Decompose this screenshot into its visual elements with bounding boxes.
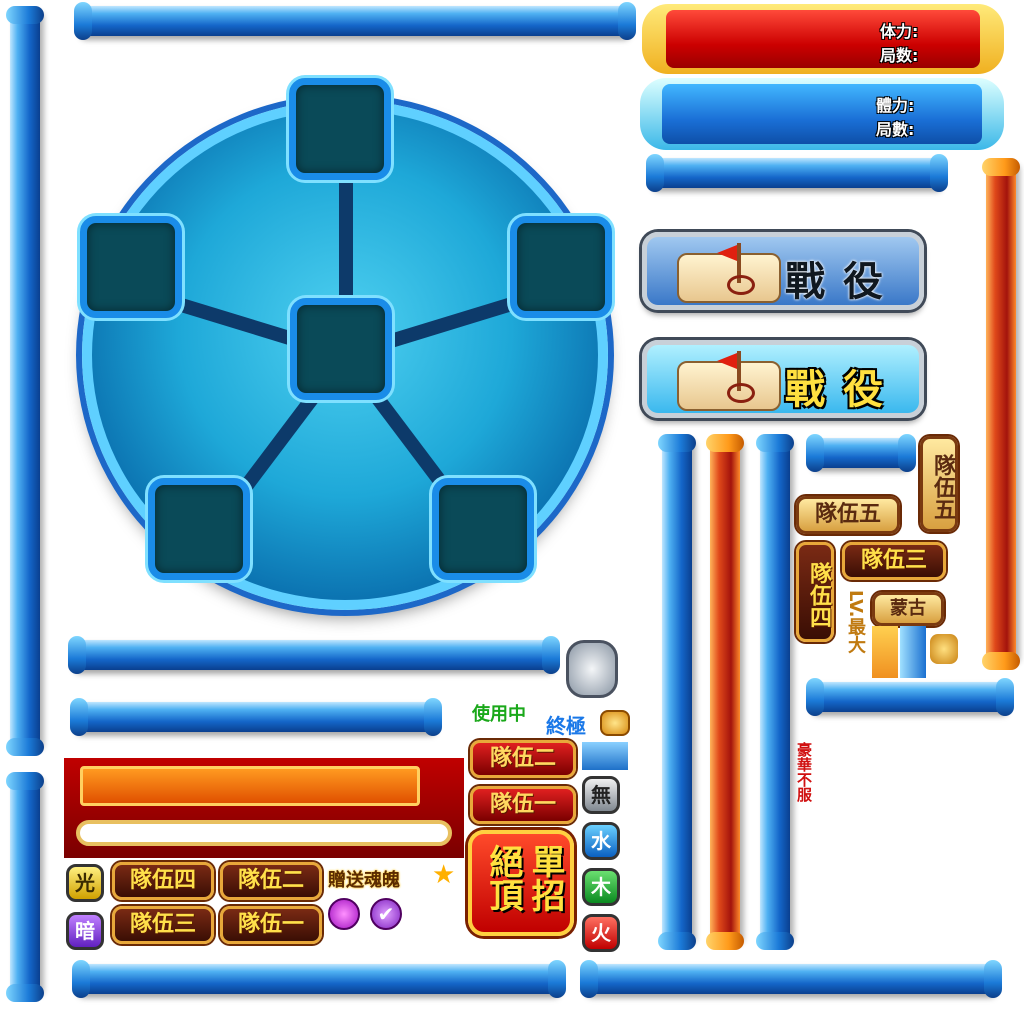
team5-vertical-tag[interactable]: 隊伍五 xyxy=(920,436,958,532)
team4-tag[interactable]: 隊伍四 xyxy=(112,862,214,900)
formation-slot-bottom-left[interactable] xyxy=(148,478,250,580)
scroll-bar-red-right xyxy=(982,158,1020,670)
element-water-badge: 水 xyxy=(582,822,620,860)
element-fire-badge: 火 xyxy=(582,914,620,952)
crown-icon xyxy=(600,710,630,736)
team5-tag[interactable]: 隊伍五 xyxy=(796,496,900,534)
scroll-bar-right-top xyxy=(646,154,948,192)
stamina-label: 体力: xyxy=(880,22,919,41)
scroll-bar-bottom-2 xyxy=(580,960,1002,998)
ultimate-label: 終極 xyxy=(546,714,586,738)
battle-button-label: 戰役 xyxy=(785,258,901,305)
rounds-label: 局數: xyxy=(876,120,915,139)
battle-button-highlight[interactable]: 戰役 xyxy=(642,340,924,418)
scroll-bar-bottom-1 xyxy=(72,960,566,998)
vertical-red-text: 豪華不服 xyxy=(795,742,813,802)
lock-icon xyxy=(930,634,958,664)
scroll-bar-mid-2 xyxy=(70,698,442,736)
formation-slot-bottom-right[interactable] xyxy=(432,478,534,580)
scroll-bar-mid-1 xyxy=(68,636,560,674)
stamina-panel-red: 体力: 局数: xyxy=(642,4,1004,74)
formation-slot-right[interactable] xyxy=(510,216,612,318)
stamina-panel-blue: 體力: 局數: xyxy=(640,78,1004,150)
battle-button[interactable]: 戰役 xyxy=(642,232,924,310)
team2-tag[interactable]: 隊伍二 xyxy=(470,740,576,778)
element-wood-badge: 木 xyxy=(582,868,620,906)
ornate-banner xyxy=(64,758,464,858)
element-none-badge: 無 xyxy=(582,776,620,814)
team3-tag[interactable]: 隊伍三 xyxy=(842,542,946,580)
gauge-swatch-blue xyxy=(900,626,926,678)
team3-tag-bottom[interactable]: 隊伍三 xyxy=(112,906,214,944)
gift-soul-label: 贈送魂魄 xyxy=(328,870,400,891)
element-dark-badge: 暗 xyxy=(66,912,104,950)
scroll-bar-top xyxy=(74,2,636,40)
scroll-bar-right-mid xyxy=(806,678,1014,716)
small-tag: 蒙古 xyxy=(872,592,944,626)
team1-tag[interactable]: 隊伍一 xyxy=(470,786,576,824)
scroll-map-icon xyxy=(677,351,781,411)
gauge-swatch-gold xyxy=(872,626,898,678)
scroll-bar-left-bottom xyxy=(6,772,44,1002)
battle-button-label: 戰役 xyxy=(785,366,901,413)
formation-slot-left[interactable] xyxy=(80,216,182,318)
radio-button-empty[interactable] xyxy=(328,898,360,930)
scroll-bar-left xyxy=(6,6,44,756)
skill-button[interactable]: 絕頂 單招 xyxy=(468,830,574,936)
scroll-bar-red-v xyxy=(706,434,744,950)
skill-button-line2: 單招 xyxy=(525,844,565,912)
scroll-bar-small xyxy=(806,434,916,472)
team4-vertical-tag[interactable]: 隊伍四 xyxy=(796,542,834,642)
formation-slot-center[interactable] xyxy=(290,298,392,400)
blue-swatch xyxy=(582,742,628,770)
skill-button-line1: 絕頂 xyxy=(483,844,523,912)
scroll-map-icon xyxy=(677,243,781,303)
formation-spoke xyxy=(339,180,353,310)
banner-ornament xyxy=(80,766,420,806)
scroll-bar-blue-v1 xyxy=(658,434,696,950)
progress-bar-track xyxy=(76,820,452,846)
formation-slot-top[interactable] xyxy=(289,78,391,180)
team2-tag-bottom[interactable]: 隊伍二 xyxy=(220,862,322,900)
silver-ornament-icon xyxy=(566,640,618,698)
check-icon[interactable]: ✔ xyxy=(370,898,402,930)
stamina-label: 體力: xyxy=(876,96,915,115)
rounds-label: 局数: xyxy=(880,46,919,65)
scroll-bar-blue-v2 xyxy=(756,434,794,950)
star-icon: ★ xyxy=(432,860,456,890)
element-light-badge: 光 xyxy=(66,864,104,902)
in-use-label: 使用中 xyxy=(472,704,526,725)
team1-tag-bottom[interactable]: 隊伍一 xyxy=(220,906,322,944)
lv-max-label: LV.最大 xyxy=(845,590,866,654)
